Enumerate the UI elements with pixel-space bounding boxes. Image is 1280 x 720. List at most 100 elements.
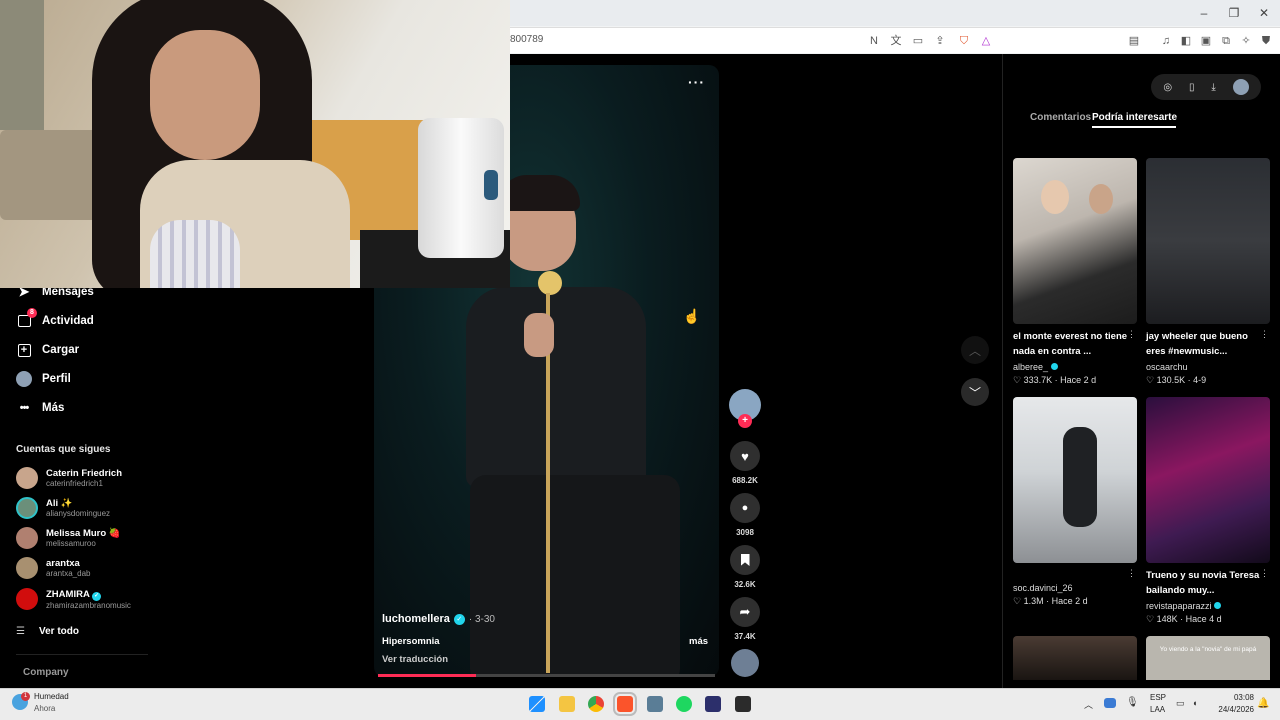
item-more-icon[interactable]: ⋮ <box>1260 568 1269 579</box>
account-name-text: ZHAMIRA <box>46 588 90 600</box>
user-avatar[interactable] <box>1232 79 1249 95</box>
sidebar-toggle-icon[interactable]: ◧ <box>1178 33 1194 49</box>
account-name: ZHAMIRA ✓ <box>46 589 131 601</box>
microphone <box>538 271 562 295</box>
chevron-down-icon: ﹀ <box>968 385 981 400</box>
compass-icon[interactable]: ◎ <box>1163 82 1172 93</box>
sidebar-item-cargar[interactable]: + Cargar <box>16 339 79 361</box>
sidebar-item-mas[interactable]: ••• Más <box>16 397 65 419</box>
comment-button[interactable]: ● <box>730 493 760 523</box>
media-icon[interactable]: ♫ <box>1158 33 1174 49</box>
see-all-following-link[interactable]: ☰ Ver todo <box>16 622 79 640</box>
obs-icon[interactable] <box>705 696 721 712</box>
recommended-video-title[interactable]: Trueno y su novia Teresa bailando muy... <box>1146 568 1266 598</box>
microphone-icon[interactable]: 🎙 <box>1126 697 1139 708</box>
notification-bell-icon[interactable]: 🔔 <box>1257 698 1269 709</box>
tab-comentarios[interactable]: Comentarios <box>1030 112 1091 123</box>
sidebar-item-perfil[interactable]: Perfil <box>16 368 71 390</box>
language-top[interactable]: ESP <box>1150 693 1166 702</box>
bookmarks-panel-icon[interactable]: ▤ <box>1126 33 1142 49</box>
recommended-video-thumb[interactable]: Yo viendo a la "novia" de mi papá <box>1146 636 1270 680</box>
see-translation-link[interactable]: Ver traducción <box>382 654 448 665</box>
sidebar-item-actividad[interactable]: 8 Actividad <box>16 308 94 332</box>
item-more-icon[interactable]: ⋮ <box>1127 568 1136 579</box>
vpn-icon[interactable]: ⛊ <box>1258 33 1274 49</box>
phone-icon[interactable]: ▯ <box>1189 82 1195 93</box>
download-icon[interactable]: ⤓ <box>1211 82 1215 93</box>
account-name: Melissa Muro 🍓 <box>46 528 121 539</box>
clock-date: 24/4/2026 <box>1218 705 1254 714</box>
reader-mode-icon[interactable]: N <box>866 33 882 49</box>
account-handle: zhamirazambranomusic <box>46 600 131 610</box>
close-window-button[interactable]: ✕ <box>1252 4 1276 22</box>
caption-more-button[interactable]: más <box>689 636 708 647</box>
recommended-author[interactable]: soc.davinci_26 <box>1013 583 1073 593</box>
calculator-icon[interactable] <box>647 696 663 712</box>
recommended-author[interactable]: alberee_ <box>1013 362 1048 372</box>
next-video-button[interactable]: ﹀ <box>961 378 989 406</box>
music-disc-avatar[interactable] <box>731 649 759 677</box>
address-bar-row: 800789 N 文 ▭ ⇪ ⛉ △ ▤ ♫ ◧ ▣ ⧉ ✧ ⛊ ≡ <box>510 27 1280 53</box>
tab-podria-interesarte[interactable]: Podría interesarte <box>1092 112 1177 123</box>
spotify-icon[interactable] <box>676 696 692 712</box>
windows-start-icon[interactable] <box>529 696 545 712</box>
recommended-author[interactable]: oscaarchu <box>1146 362 1188 372</box>
comment-icon: ● <box>741 502 749 514</box>
recommended-video-title[interactable]: jay wheeler que bueno eres #newmusic... <box>1146 329 1266 359</box>
brave-browser-icon[interactable] <box>613 692 637 716</box>
recommended-video-thumb[interactable] <box>1146 158 1270 324</box>
following-account[interactable]: ZHAMIRA ✓ zhamirazambranomusic <box>16 585 131 613</box>
brave-rewards-icon[interactable]: △ <box>978 33 994 49</box>
footer-company-link[interactable]: Company <box>23 667 69 678</box>
share-page-icon[interactable]: ⇪ <box>932 33 948 49</box>
browser-titlebar <box>510 0 1280 26</box>
minimize-button[interactable]: – <box>1192 4 1216 22</box>
app-icon[interactable] <box>735 696 751 712</box>
wallet-icon[interactable]: ▣ <box>1198 33 1214 49</box>
save-button[interactable] <box>730 545 760 575</box>
tray-app-icon[interactable] <box>1104 698 1116 708</box>
extensions-icon[interactable]: ⧉ <box>1218 33 1234 49</box>
follow-plus-button[interactable]: + <box>738 414 752 428</box>
person-face <box>150 30 260 160</box>
recommended-video-thumb[interactable] <box>1013 397 1137 563</box>
tray-chevron-up-icon[interactable]: ︿ <box>1084 698 1093 711</box>
sidebar-item-label: Perfil <box>42 373 71 385</box>
following-account[interactable]: Melissa Muro 🍓 melissamuroo <box>16 524 121 552</box>
following-account[interactable]: arantxa arantxa_dab <box>16 554 90 582</box>
like-button[interactable]: ♥ <box>730 441 760 471</box>
network-icon[interactable]: ▭ <box>1176 698 1185 709</box>
recommended-author[interactable]: revistapaparazzi <box>1146 601 1212 611</box>
volume-icon[interactable]: ◖ <box>1192 698 1197 708</box>
thermos-logo <box>484 170 498 200</box>
share-button[interactable]: ➦ <box>730 597 760 627</box>
item-more-icon[interactable]: ⋮ <box>1260 329 1269 340</box>
recommended-video-title[interactable]: el monte everest no tiene nada en contra… <box>1013 329 1133 359</box>
video-author[interactable]: luchomellera <box>382 613 450 625</box>
file-explorer-icon[interactable] <box>559 696 575 712</box>
item-more-icon[interactable]: ⋮ <box>1127 329 1136 340</box>
address-bar-url[interactable]: 800789 <box>510 34 543 45</box>
restore-button[interactable]: ❐ <box>1222 4 1246 22</box>
chrome-icon[interactable] <box>588 696 604 712</box>
leo-ai-icon[interactable]: ✧ <box>1238 33 1254 49</box>
recommended-author-line: alberee_ <box>1013 362 1058 372</box>
cast-icon[interactable]: ▭ <box>910 33 926 49</box>
recommended-video-thumb[interactable] <box>1013 636 1137 680</box>
menu-icon[interactable]: ≡ <box>1276 33 1280 49</box>
avatar <box>16 467 38 489</box>
weather-title[interactable]: Humedad <box>34 692 69 701</box>
brave-shield-icon[interactable]: ⛉ <box>956 33 972 49</box>
thumb-caption-blur <box>1176 218 1246 258</box>
recommended-video-thumb[interactable] <box>1013 158 1137 324</box>
recommended-video-thumb[interactable] <box>1146 397 1270 563</box>
window-plant <box>0 0 44 130</box>
following-account[interactable]: Caterin Friedrich caterinfriedrich1 <box>16 464 122 492</box>
video-more-menu[interactable]: ··· <box>688 74 705 90</box>
thumb-overlay-text: Yo viendo a la "novia" de mi papá <box>1159 646 1257 653</box>
performer-shirt <box>466 287 646 487</box>
previous-video-button[interactable]: ︿ <box>961 336 989 364</box>
following-account[interactable]: Ali ✨ alianysdominguez <box>16 494 110 522</box>
clock-time[interactable]: 03:08 <box>1214 693 1254 702</box>
translate-icon[interactable]: 文 <box>888 33 904 49</box>
